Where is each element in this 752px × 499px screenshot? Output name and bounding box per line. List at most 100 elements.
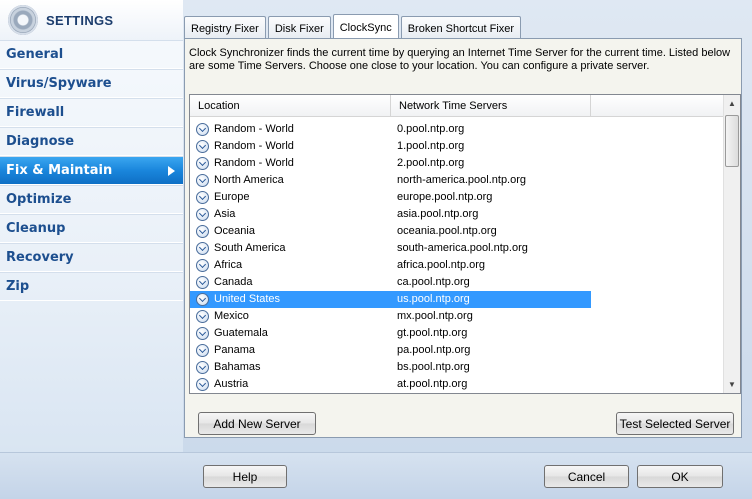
sidebar-item-virus-spyware[interactable]: Virus/Spyware [0,69,183,98]
location-cell: Panama [190,342,391,359]
table-row[interactable]: Random - World 1.pool.ntp.org [190,138,725,155]
server-cell: 2.pool.ntp.org [397,157,465,169]
chevron-down-circle-icon [196,293,209,306]
tab-registry-fixer[interactable]: Registry Fixer [184,16,266,40]
table-row[interactable]: Panama pa.pool.ntp.org [190,342,725,359]
list-header: Location Network Time Servers [190,95,740,117]
location-cell: United States [190,291,391,308]
tab-bar: Registry Fixer Disk Fixer ClockSync Broken … [184,14,523,40]
chevron-down-circle-icon [196,157,209,170]
location-cell: Bahamas [190,359,391,376]
help-button[interactable]: Help [203,465,287,488]
sidebar-item-fix-maintain[interactable]: Fix & Maintain [0,156,183,185]
location-text: Asia [214,208,236,220]
ok-button[interactable]: OK [637,465,723,488]
server-cell: north-america.pool.ntp.org [397,174,527,186]
scroll-up-arrow-icon[interactable]: ▲ [724,95,740,112]
bottom-bar: Help Cancel OK [0,452,752,499]
sidebar-item-label: Fix & Maintain [6,163,113,178]
nav-list: General Virus/Spyware Firewall Diagnose Fix … [0,40,183,301]
chevron-down-circle-icon [196,242,209,255]
location-text: Random - World [214,157,294,169]
sidebar-item-recovery[interactable]: Recovery [0,243,183,272]
table-row[interactable]: South America south-america.pool.ntp.org [190,240,725,257]
location-text: Africa [214,259,243,271]
sidebar-item-optimize[interactable]: Optimize [0,185,183,214]
chevron-down-circle-icon [196,361,209,374]
sidebar-item-diagnose[interactable]: Diagnose [0,127,183,156]
location-text: Random - World [214,140,294,152]
table-row[interactable]: Canada ca.pool.ntp.org [190,274,725,291]
server-cell: oceania.pool.ntp.org [397,225,497,237]
location-text: North America [214,174,284,186]
server-cell: africa.pool.ntp.org [397,259,486,271]
location-cell: North America [190,172,391,189]
table-row[interactable]: Oceania oceania.pool.ntp.org [190,223,725,240]
table-row[interactable]: Europe europe.pool.ntp.org [190,189,725,206]
sidebar-item-cleanup[interactable]: Cleanup [0,214,183,243]
location-cell: Canada [190,274,391,291]
chevron-down-circle-icon [196,327,209,340]
table-row[interactable]: Random - World 2.pool.ntp.org [190,155,725,172]
location-text: Guatemala [214,327,268,339]
server-cell: us.pool.ntp.org [391,291,591,308]
location-cell: Oceania [190,223,391,240]
table-row[interactable]: Asia asia.pool.ntp.org [190,206,725,223]
chevron-down-circle-icon [196,344,209,357]
tab-clocksync[interactable]: ClockSync [332,14,399,40]
sidebar-item-label: Firewall [6,105,65,120]
location-cell: Africa [190,257,391,274]
location-cell: Random - World [190,155,391,172]
chevron-down-circle-icon [196,140,209,153]
list-rows: Random - World 0.pool.ntp.org Random - Wor… [190,121,725,393]
table-row[interactable]: Random - World 0.pool.ntp.org [190,121,725,138]
location-text: Bahamas [214,361,261,373]
server-cell: at.pool.ntp.org [397,378,468,390]
table-row[interactable]: Guatemala gt.pool.ntp.org [190,325,725,342]
chevron-down-circle-icon [196,310,209,323]
location-text: Austria [214,378,249,390]
time-server-list[interactable]: Location Network Time Servers Random - W… [189,94,741,394]
sidebar-item-zip[interactable]: Zip [0,272,183,301]
cancel-button[interactable]: Cancel [544,465,629,488]
location-cell: Random - World [190,121,391,138]
table-row[interactable]: North America north-america.pool.ntp.org [190,172,725,189]
sidebar-item-general[interactable]: General [0,40,183,69]
table-row[interactable]: United States us.pool.ntp.org [190,291,725,308]
server-cell: ca.pool.ntp.org [397,276,470,288]
server-cell: south-america.pool.ntp.org [397,242,528,254]
server-cell: mx.pool.ntp.org [397,310,473,322]
description-text: Clock Synchronizer finds the current tim… [189,47,731,72]
test-selected-server-button[interactable]: Test Selected Server [616,412,734,435]
column-header-servers[interactable]: Network Time Servers [391,95,591,117]
sidebar-item-label: Diagnose [6,134,75,149]
table-row[interactable]: Africa africa.pool.ntp.org [190,257,725,274]
server-cell: 0.pool.ntp.org [397,123,465,135]
sidebar: SETTINGS General Virus/Spyware Firewall Dia… [0,0,183,452]
server-cell: pa.pool.ntp.org [397,344,471,356]
column-header-location[interactable]: Location [190,95,391,117]
server-cell: europe.pool.ntp.org [397,191,493,203]
chevron-down-circle-icon [196,174,209,187]
server-cell: asia.pool.ntp.org [397,208,479,220]
scroll-thumb[interactable] [725,115,739,167]
vertical-scrollbar[interactable]: ▲ ▼ [723,95,740,393]
location-cell: Guatemala [190,325,391,342]
server-cell: 1.pool.ntp.org [397,140,465,152]
table-row[interactable]: Mexico mx.pool.ntp.org [190,308,725,325]
table-row[interactable]: Austria at.pool.ntp.org [190,376,725,393]
add-new-server-button[interactable]: Add New Server [198,412,316,435]
sidebar-item-label: General [6,47,64,62]
location-text: United States [214,293,281,305]
sidebar-title: SETTINGS [46,12,114,28]
location-cell: Austria [190,376,391,393]
scroll-down-arrow-icon[interactable]: ▼ [724,376,740,393]
clocksync-panel: Clock Synchronizer finds the current tim… [184,38,742,438]
tab-disk-fixer[interactable]: Disk Fixer [267,16,331,40]
sidebar-item-firewall[interactable]: Firewall [0,98,183,127]
chevron-down-circle-icon [196,123,209,136]
table-row[interactable]: Bahamas bs.pool.ntp.org [190,359,725,376]
tab-broken-shortcut-fixer[interactable]: Broken Shortcut Fixer [400,16,522,40]
sidebar-header: SETTINGS [0,0,183,40]
chevron-right-icon [168,166,175,176]
